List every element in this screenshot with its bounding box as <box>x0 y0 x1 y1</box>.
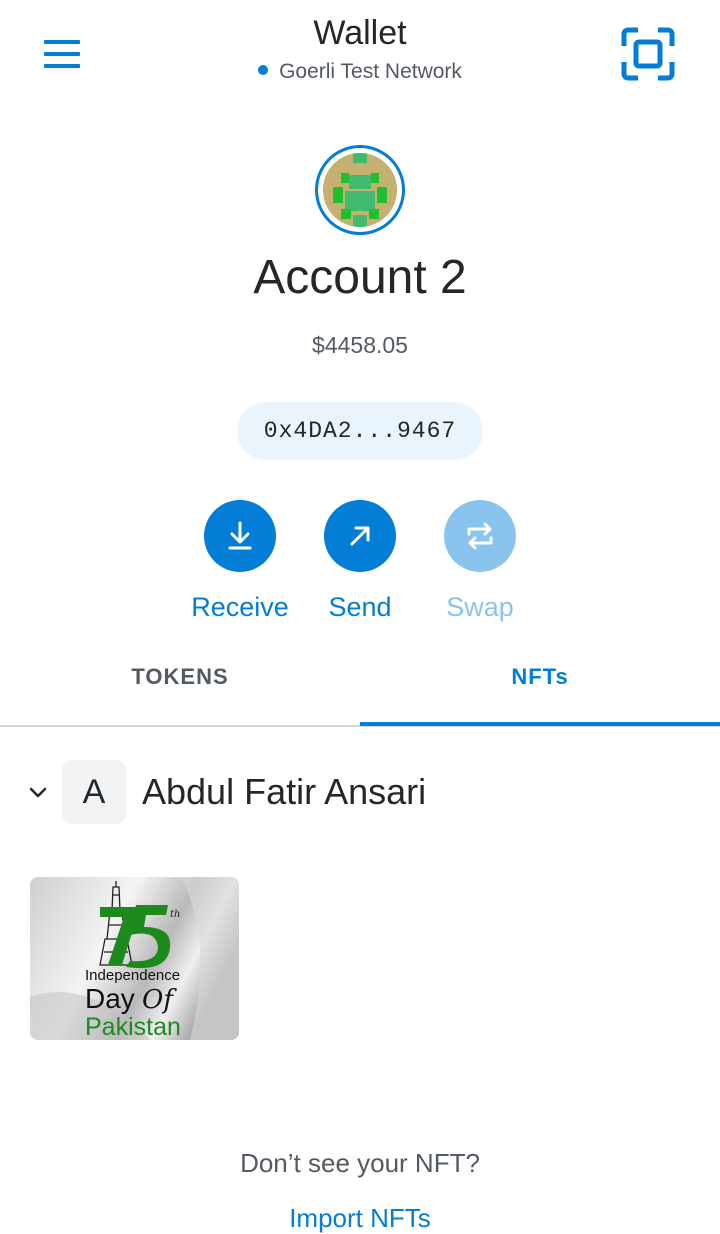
nft-item[interactable]: th Independence Day Of Pakistan <box>30 877 239 1040</box>
nft-text-line3: Pakistan <box>85 1013 181 1040</box>
nft-text-line2-script: Of <box>142 985 177 1015</box>
network-selector[interactable]: Goerli Test Network <box>0 60 720 84</box>
page-title: Wallet <box>313 14 407 52</box>
nft-collection-header[interactable]: A Abdul Fatir Ansari <box>0 760 720 824</box>
nft-text-line2: Day <box>85 983 135 1014</box>
swap-label: Swap <box>446 592 514 622</box>
download-arrow-icon <box>228 521 252 550</box>
import-nfts-link[interactable]: Import NFTs <box>0 1203 720 1234</box>
qr-scan-button[interactable] <box>620 26 676 82</box>
network-name: Goerli Test Network <box>279 60 462 83</box>
tab-nfts[interactable]: NFTs <box>360 640 720 726</box>
chevron-down-icon <box>29 787 47 798</box>
missing-nft-prompt: Don’t see your NFT? <box>240 1148 480 1178</box>
swap-button[interactable]: Swap <box>400 500 560 623</box>
arrow-up-right-icon <box>350 526 370 546</box>
qr-scan-icon <box>621 27 675 81</box>
nft-superscript: th <box>170 909 180 920</box>
nft-text-line1: Independence <box>85 967 180 984</box>
identicon <box>323 153 397 227</box>
collection-name: Abdul Fatir Ansari <box>142 771 427 812</box>
tab-tokens[interactable]: TOKENS <box>0 640 360 726</box>
collection-badge: A <box>62 760 126 824</box>
app-header: Wallet Goerli Test Network <box>0 0 720 100</box>
nft-image: th Independence Day Of Pakistan <box>30 877 239 1040</box>
network-status-dot <box>258 65 269 75</box>
active-tab-indicator <box>360 722 720 726</box>
account-balance: $4458.05 <box>312 332 408 358</box>
account-name[interactable]: Account 2 <box>0 250 720 305</box>
asset-tabs: TOKENS NFTs <box>0 640 720 726</box>
account-address-button[interactable]: 0x4DA2...9467 <box>237 402 483 460</box>
account-avatar[interactable] <box>315 145 405 235</box>
swap-arrows-icon <box>467 522 493 550</box>
